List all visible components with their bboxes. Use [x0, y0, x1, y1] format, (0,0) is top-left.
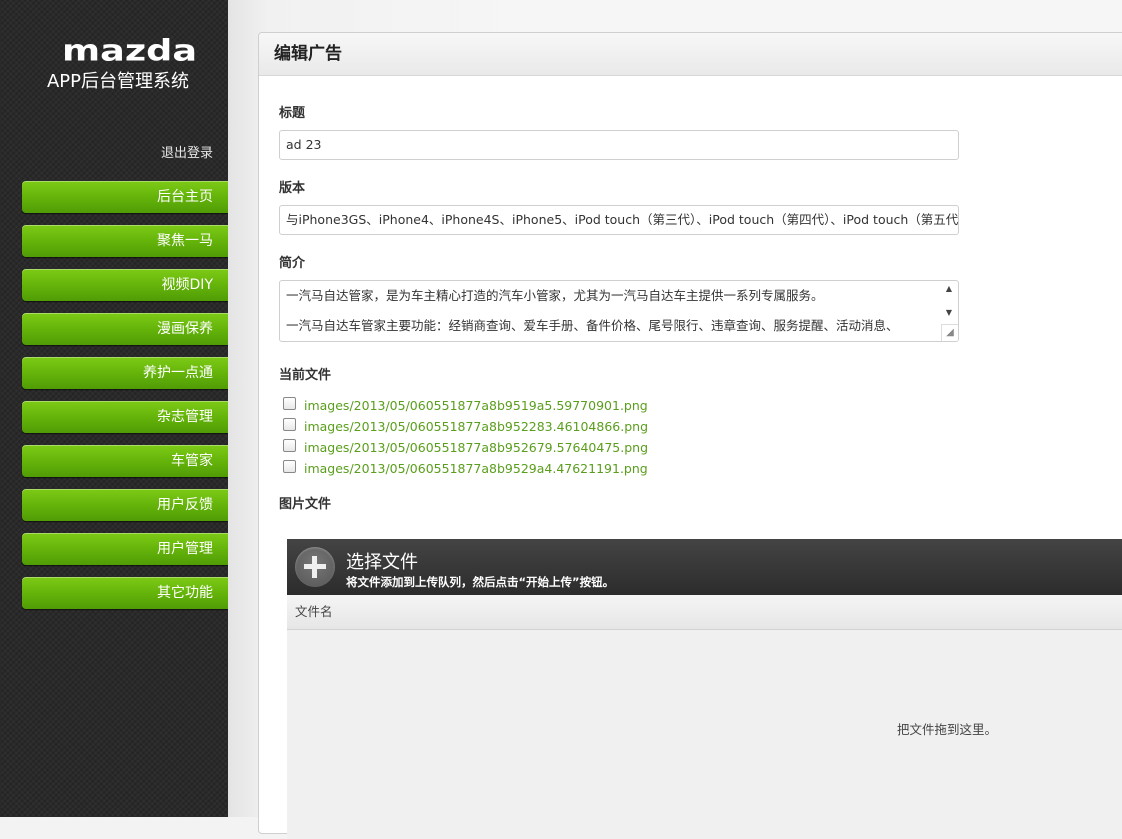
list-item: images/2013/05/060551877a8b952283.461048… — [283, 415, 648, 436]
sidebar-item-other[interactable]: 其它功能 — [22, 577, 228, 609]
file-uploader: 选择文件 将文件添加到上传队列，然后点击“开始上传”按钮。 文件名 把文件拖到这… — [287, 539, 1122, 839]
file-checkbox[interactable] — [283, 439, 296, 452]
list-item: images/2013/05/060551877a8b9519a5.597709… — [283, 394, 648, 415]
file-link[interactable]: images/2013/05/060551877a8b9529a4.476211… — [304, 461, 648, 476]
title-input[interactable]: ad 23 — [279, 130, 959, 160]
list-item: images/2013/05/060551877a8b952679.576404… — [283, 436, 648, 457]
version-label: 版本 — [279, 181, 306, 196]
version-input[interactable]: 与iPhone3GS、iPhone4、iPhone4S、iPhone5、iPod… — [279, 205, 959, 235]
file-link[interactable]: images/2013/05/060551877a8b9519a5.597709… — [304, 398, 648, 413]
image-files-label: 图片文件 — [279, 497, 332, 512]
uploader-header: 选择文件 将文件添加到上传队列，然后点击“开始上传”按钮。 — [287, 539, 1122, 595]
main-area: 编辑广告 标题 ad 23 版本 与iPhone3GS、iPhone4、iPho… — [228, 0, 1122, 839]
current-files-label: 当前文件 — [279, 368, 332, 383]
list-item: images/2013/05/060551877a8b9529a4.476211… — [283, 457, 648, 478]
filename-column-header: 文件名 — [287, 595, 1122, 630]
scroll-up-arrow-icon[interactable]: ▲ — [942, 283, 956, 295]
sidebar-item-home[interactable]: 后台主页 — [22, 181, 228, 213]
scroll-down-arrow-icon[interactable]: ▼ — [942, 307, 956, 319]
sidebar-item-focus[interactable]: 聚焦一马 — [22, 225, 228, 257]
sidebar-item-users[interactable]: 用户管理 — [22, 533, 228, 565]
file-link[interactable]: images/2013/05/060551877a8b952283.461048… — [304, 419, 648, 434]
intro-line: 一汽马自达车管家主要功能：经销商查询、爱车手册、备件价格、尾号限行、违章查询、服… — [286, 318, 899, 333]
file-checkbox[interactable] — [283, 418, 296, 431]
intro-textarea[interactable]: 一汽马自达管家，是为车主精心打造的汽车小管家，尤其为一汽马自达车主提供一系列专属… — [279, 280, 959, 342]
file-checkbox[interactable] — [283, 460, 296, 473]
sidebar-item-car-butler[interactable]: 车管家 — [22, 445, 228, 477]
page-title: 编辑广告 — [259, 33, 1122, 76]
add-file-plus-icon[interactable] — [295, 547, 335, 587]
sidebar-item-comic-maintenance[interactable]: 漫画保养 — [22, 313, 228, 345]
edit-ad-panel: 编辑广告 标题 ad 23 版本 与iPhone3GS、iPhone4、iPho… — [258, 32, 1122, 839]
sidebar: mazda APP后台管理系统 退出登录 后台主页 聚焦一马 视频DIY 漫画保… — [0, 0, 228, 817]
uploader-instructions: 将文件添加到上传队列，然后点击“开始上传”按钮。 — [346, 575, 615, 589]
file-link[interactable]: images/2013/05/060551877a8b952679.576404… — [304, 440, 648, 455]
resize-grip-icon[interactable]: ◢ — [941, 324, 958, 341]
file-checkbox[interactable] — [283, 397, 296, 410]
app-subtitle: APP后台管理系统 — [46, 71, 190, 92]
intro-line: 一汽马自达管家，是为车主精心打造的汽车小管家，尤其为一汽马自达车主提供一系列专属… — [286, 288, 824, 303]
sidebar-item-magazine[interactable]: 杂志管理 — [22, 401, 228, 433]
sidebar-item-feedback[interactable]: 用户反馈 — [22, 489, 228, 521]
title-label: 标题 — [279, 106, 306, 121]
logout-link[interactable]: 退出登录 — [161, 142, 213, 161]
select-files-button[interactable]: 选择文件 — [346, 548, 418, 574]
sidebar-item-video-diy[interactable]: 视频DIY — [22, 269, 228, 301]
sidebar-item-care-tips[interactable]: 养护一点通 — [22, 357, 228, 389]
drop-zone-text[interactable]: 把文件拖到这里。 — [897, 719, 997, 738]
mazda-logo: mazda — [62, 33, 198, 69]
intro-label: 简介 — [279, 256, 306, 271]
current-file-list: images/2013/05/060551877a8b9519a5.597709… — [283, 394, 648, 478]
sidebar-nav: 后台主页 聚焦一马 视频DIY 漫画保养 养护一点通 杂志管理 车管家 用户反馈… — [22, 181, 228, 621]
